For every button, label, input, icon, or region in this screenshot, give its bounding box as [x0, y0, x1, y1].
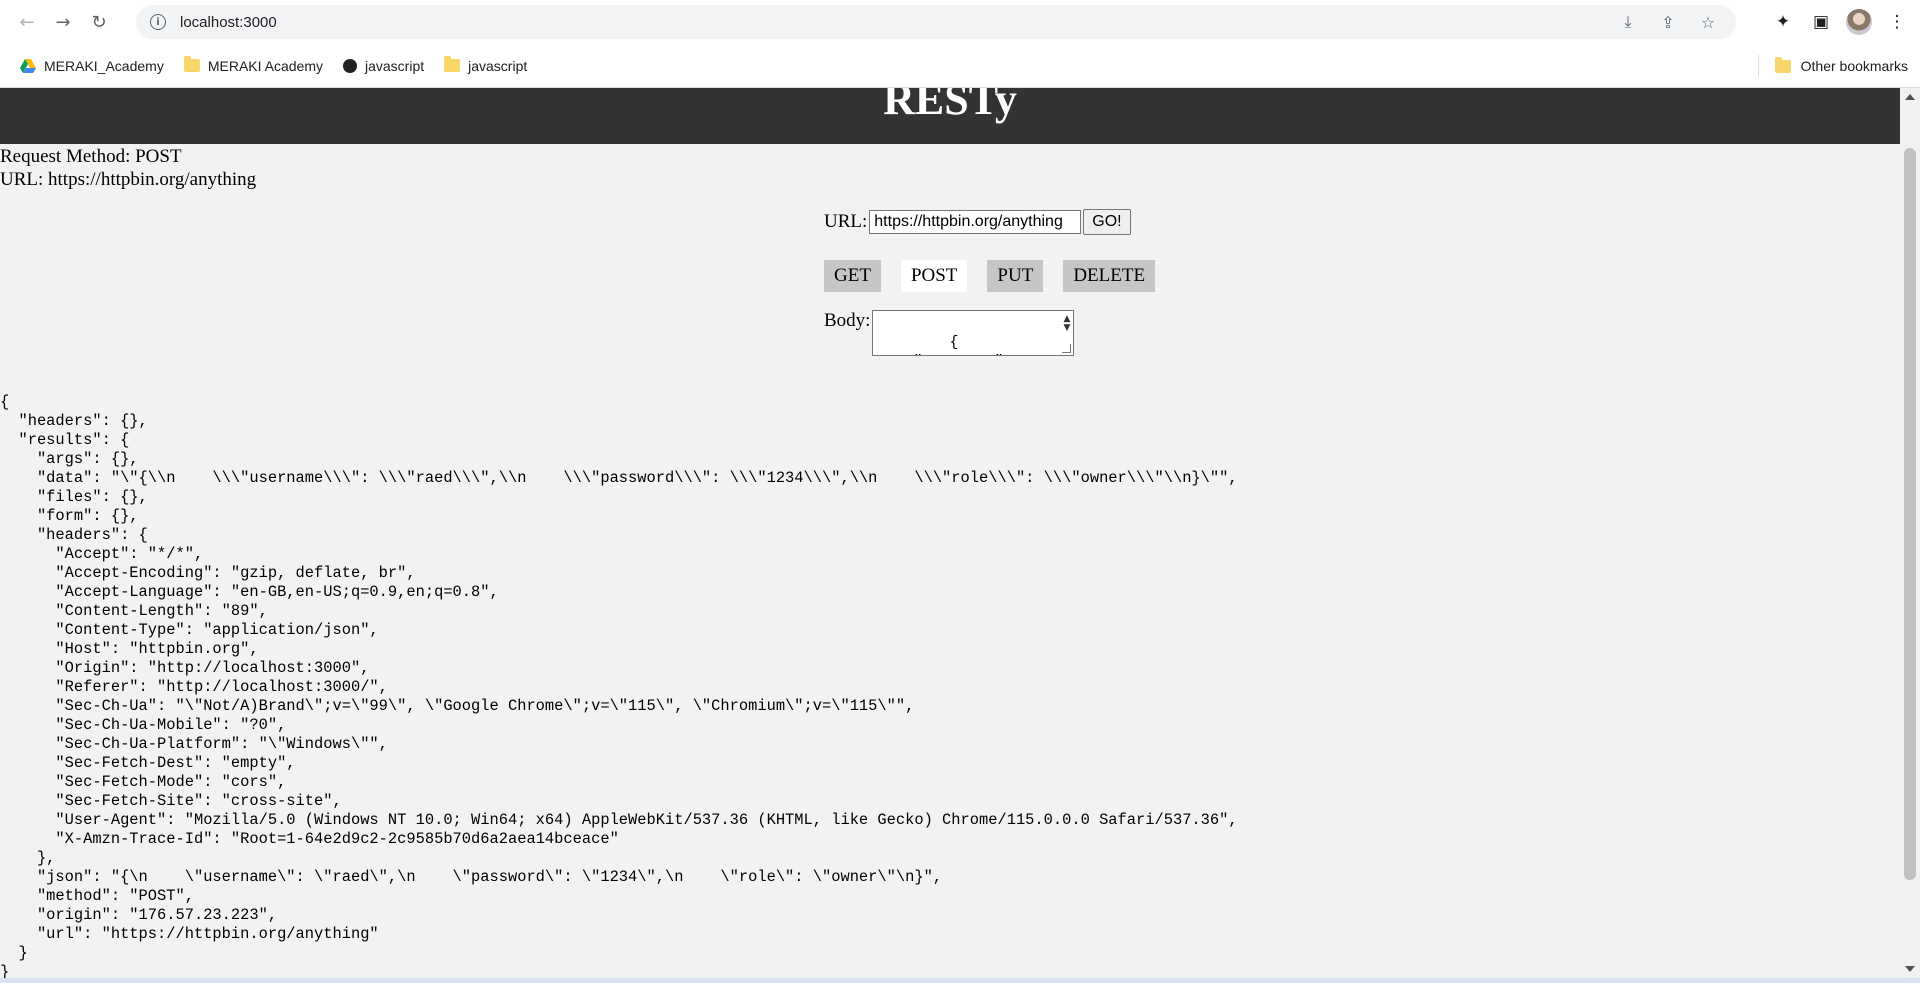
folder-icon [183, 56, 200, 72]
resize-grip-icon[interactable] [1062, 344, 1072, 353]
bookmark-label: MERAKI_Academy [44, 57, 164, 74]
extensions-puzzle-icon[interactable]: ✦ [1768, 7, 1798, 37]
json-line: "files": {}, [0, 488, 148, 506]
scrollbar-thumb[interactable] [1904, 148, 1916, 880]
json-line: "form": {}, [0, 507, 139, 525]
json-line: "Sec-Ch-Ua-Platform": "\"Windows\"", [0, 735, 388, 753]
json-line: "Sec-Fetch-Mode": "cors", [0, 773, 287, 791]
spinner-arrows-icon[interactable]: ▲ ▼ [1064, 315, 1071, 333]
method-buttons: GET POST PUT DELETE [824, 260, 1156, 292]
bookmark-javascript-folder[interactable]: javascript [434, 52, 537, 80]
avatar [1846, 9, 1872, 35]
address-bar-url[interactable]: localhost:3000 [180, 14, 277, 31]
json-line: "Content-Length": "89", [0, 602, 268, 620]
post-button[interactable]: POST [900, 260, 968, 292]
back-arrow-icon[interactable]: ← [12, 7, 42, 37]
scroll-up-arrow-icon[interactable] [1905, 94, 1915, 100]
json-line: "Accept": "*/*", [0, 545, 204, 563]
scroll-down-arrow-icon[interactable] [1905, 966, 1915, 972]
json-line: "Referer": "http://localhost:3000/", [0, 678, 388, 696]
browser-toolbar: ← → ↻ i localhost:3000 ⤓ ⇪ ☆ ✦ ▣ ⋮ [0, 0, 1920, 44]
json-line: "Host": "httpbin.org", [0, 640, 259, 658]
json-line: { [0, 393, 10, 411]
response-json: { "headers": {}, "results": { "args": {}… [0, 393, 1238, 978]
request-info: Request Method: POST URL: https://httpbi… [0, 145, 256, 191]
bookmark-label: MERAKI Academy [207, 57, 323, 74]
json-line: "Sec-Ch-Ua": "\"Not/A)Brand\";v=\"99\", … [0, 697, 915, 715]
body-row: Body: { "username": ▲▼ [824, 310, 1155, 356]
profile-avatar[interactable] [1844, 7, 1874, 37]
json-line: } [0, 963, 10, 978]
bookmark-label: javascript [364, 57, 425, 74]
bookmarks-divider [1757, 55, 1759, 77]
json-line: "url": "https://httpbin.org/anything" [0, 925, 379, 943]
json-line: "Origin": "http://localhost:3000", [0, 659, 370, 677]
json-line: "User-Agent": "Mozilla/5.0 (Windows NT 1… [0, 811, 1238, 829]
bookmark-star-icon[interactable]: ☆ [1694, 8, 1722, 36]
get-button[interactable]: GET [824, 260, 881, 292]
json-line: "data": "\"{\\n \\\"username\\\": \\\"ra… [0, 469, 1238, 487]
request-form: URL: https://httpbin.org/anything GO! GE… [824, 208, 1156, 356]
json-line: "results": { [0, 431, 130, 449]
site-info-icon[interactable]: i [150, 14, 166, 30]
json-line: "origin": "176.57.23.223", [0, 906, 278, 924]
google-drive-icon [20, 58, 36, 73]
url-label: URL: [824, 211, 868, 232]
json-line: }, [0, 849, 56, 867]
json-line: "json": "{\n \"username\": \"raed\",\n \… [0, 868, 943, 886]
request-method-text: Request Method: POST [0, 146, 182, 167]
json-line: "headers": {}, [0, 412, 148, 430]
json-line: "method": "POST", [0, 887, 194, 905]
app-header: RESTy [0, 88, 1900, 144]
delete-button[interactable]: DELETE [1063, 260, 1156, 292]
json-line: "headers": { [0, 526, 148, 544]
folder-icon [444, 56, 461, 72]
json-line: "Accept-Encoding": "gzip, deflate, br", [0, 564, 416, 582]
bookmark-meraki-academy-drive[interactable]: MERAKI_Academy [10, 52, 174, 80]
reload-icon[interactable]: ↻ [84, 7, 114, 37]
side-panel-icon[interactable]: ▣ [1806, 7, 1836, 37]
menu-kebab-icon[interactable]: ⋮ [1882, 7, 1912, 37]
globe-icon [342, 58, 357, 73]
json-line: "Content-Type": "application/json", [0, 621, 379, 639]
put-button[interactable]: PUT [987, 260, 1044, 292]
json-line: "X-Amzn-Trace-Id": "Root=1-64e2d9c2-2c95… [0, 830, 619, 848]
body-textarea[interactable]: { "username": ▲▼ [872, 310, 1075, 356]
other-bookmarks[interactable]: Other bookmarks [1801, 58, 1908, 74]
bookmark-meraki-academy-folder[interactable]: MERAKI Academy [174, 52, 333, 80]
bookmarks-bar: MERAKI_Academy MERAKI Academy javascript… [0, 44, 1920, 88]
body-text: { "username": [913, 334, 1012, 355]
page-scrollbar[interactable] [1900, 88, 1920, 978]
bookmark-label: javascript [468, 57, 528, 74]
url-row: URL: https://httpbin.org/anything GO! [824, 208, 1155, 236]
json-line: } [0, 944, 28, 962]
url-input[interactable]: https://httpbin.org/anything [869, 210, 1082, 234]
json-line: "Accept-Language": "en-GB,en-US;q=0.9,en… [0, 583, 499, 601]
json-line: "Sec-Fetch-Site": "cross-site", [0, 792, 342, 810]
taskbar-edge [0, 978, 1920, 983]
json-line: "Sec-Ch-Ua-Mobile": "?0", [0, 716, 287, 734]
json-line: "args": {}, [0, 450, 139, 468]
body-label: Body: [824, 310, 871, 331]
app-title: RESTy [883, 88, 1017, 124]
install-app-icon[interactable]: ⤓ [1614, 8, 1642, 36]
json-line: "Sec-Fetch-Dest": "empty", [0, 754, 296, 772]
go-button[interactable]: GO! [1083, 209, 1131, 235]
page-viewport: RESTy Request Method: POST URL: https://… [0, 88, 1900, 978]
folder-icon [1774, 56, 1791, 73]
request-url-text: URL: https://httpbin.org/anything [0, 169, 257, 190]
bookmark-javascript-site[interactable]: javascript [333, 52, 434, 80]
share-icon[interactable]: ⇪ [1654, 8, 1682, 36]
address-bar[interactable]: i localhost:3000 ⤓ ⇪ ☆ [136, 5, 1736, 39]
forward-arrow-icon[interactable]: → [48, 7, 78, 37]
